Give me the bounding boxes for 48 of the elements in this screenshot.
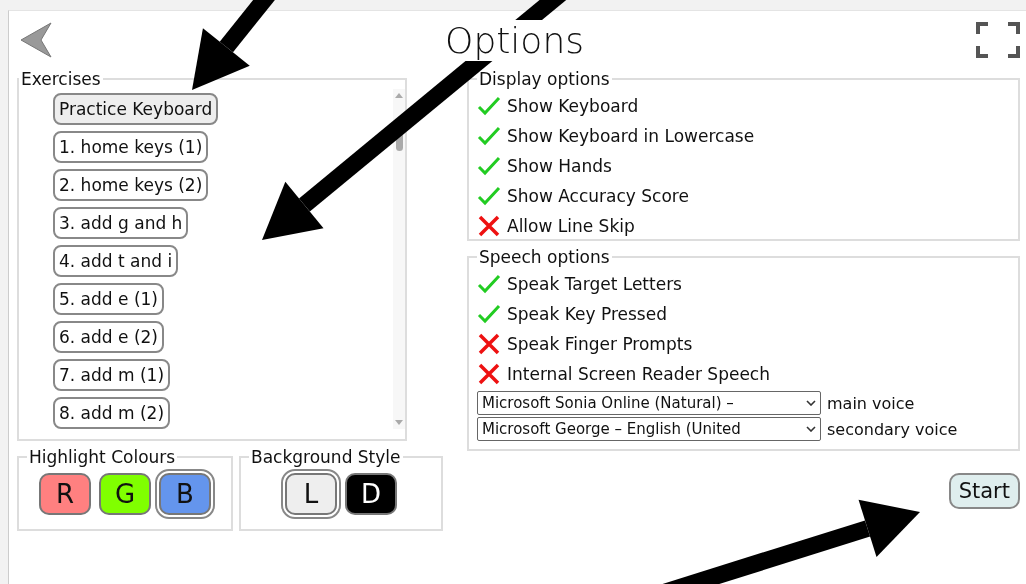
section-legend: Highlight Colours bbox=[27, 447, 178, 467]
check-icon[interactable] bbox=[477, 273, 501, 295]
option-label[interactable]: Speak Finger Prompts bbox=[507, 329, 693, 359]
option-label[interactable]: Show Keyboard bbox=[507, 91, 639, 121]
option-label[interactable]: Allow Line Skip bbox=[507, 211, 635, 241]
option-label[interactable]: Show Accuracy Score bbox=[507, 181, 689, 211]
exercise-button[interactable]: 3. add g and h bbox=[53, 207, 189, 239]
section-legend: Exercises bbox=[19, 69, 103, 89]
section-legend: Background Style bbox=[249, 447, 403, 467]
check-icon[interactable] bbox=[477, 185, 501, 207]
exercise-button[interactable]: 5. add e (1) bbox=[53, 283, 164, 315]
cross-icon[interactable] bbox=[477, 333, 501, 355]
option-label[interactable]: Speak Target Letters bbox=[507, 269, 682, 299]
colour-swatch-button[interactable]: R bbox=[39, 473, 91, 515]
voice-label: secondary voice bbox=[827, 419, 958, 439]
exercise-button[interactable]: 6. add e (2) bbox=[53, 321, 164, 353]
exercise-button[interactable]: 2. home keys (2) bbox=[53, 169, 209, 201]
check-icon[interactable] bbox=[477, 155, 501, 177]
exercise-button[interactable]: 1. home keys (1) bbox=[53, 131, 209, 163]
option-label[interactable]: Internal Screen Reader Speech bbox=[507, 359, 770, 389]
check-icon[interactable] bbox=[477, 303, 501, 325]
back-arrow-icon[interactable] bbox=[19, 22, 53, 58]
section-legend: Speech options bbox=[477, 247, 612, 267]
scroll-up-icon[interactable] bbox=[395, 93, 403, 98]
chevron-down-icon[interactable] bbox=[806, 400, 816, 406]
check-icon[interactable] bbox=[477, 95, 501, 117]
fullscreen-icon[interactable] bbox=[976, 22, 1020, 58]
option-label[interactable]: Show Keyboard in Lowercase bbox=[507, 121, 755, 151]
option-label[interactable]: Show Hands bbox=[507, 151, 612, 181]
exercise-button[interactable]: Practice Keyboard bbox=[53, 93, 219, 125]
start-button[interactable]: Start bbox=[948, 473, 1020, 509]
option-label[interactable]: Speak Key Pressed bbox=[507, 299, 667, 329]
cross-icon[interactable] bbox=[477, 363, 501, 385]
voice-select[interactable]: Microsoft George – English (United bbox=[477, 417, 821, 441]
cross-icon[interactable] bbox=[477, 215, 501, 237]
voice-select[interactable]: Microsoft Sonia Online (Natural) – bbox=[477, 391, 821, 415]
exercise-button[interactable]: 4. add t and i bbox=[53, 245, 179, 277]
colour-swatch-button[interactable]: G bbox=[99, 473, 151, 515]
page-title: Options bbox=[445, 19, 584, 61]
check-icon[interactable] bbox=[477, 125, 501, 147]
exercise-button[interactable]: 7. add m (1) bbox=[53, 359, 171, 391]
section-legend: Display options bbox=[477, 69, 612, 89]
chevron-down-icon[interactable] bbox=[806, 426, 816, 432]
scroll-down-icon[interactable] bbox=[395, 420, 403, 425]
exercise-button[interactable]: 8. add m (2) bbox=[53, 397, 171, 429]
background-style-button[interactable]: D bbox=[345, 473, 397, 515]
scrollbar[interactable] bbox=[393, 89, 405, 429]
voice-label: main voice bbox=[827, 393, 915, 413]
